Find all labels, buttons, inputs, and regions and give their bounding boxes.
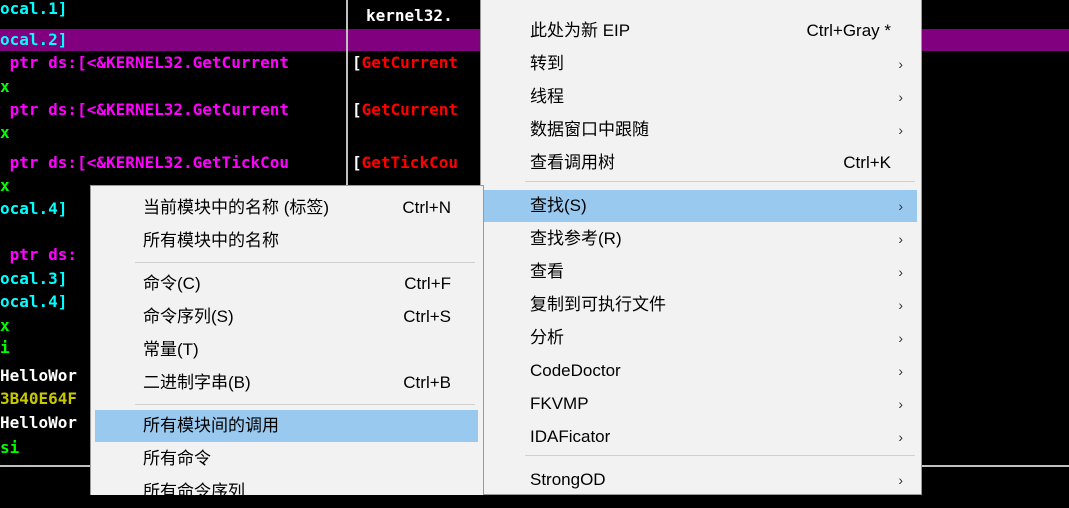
menu-item[interactable]: IDAFicator › bbox=[483, 421, 917, 453]
submenu-item-label: 命令序列(S) bbox=[143, 307, 234, 326]
code-line: x bbox=[0, 77, 10, 96]
menu-item[interactable]: 此处为新 EIP Ctrl+Gray * bbox=[483, 15, 917, 47]
comment-cell: [GetTickCou bbox=[352, 152, 458, 174]
submenu-item[interactable]: 所有模块中的名称 bbox=[95, 225, 478, 257]
menu-item-label: StrongOD bbox=[530, 470, 606, 489]
submenu-item[interactable]: 二进制字串(B) Ctrl+B bbox=[95, 367, 478, 399]
menu-item-label: IDAFicator bbox=[530, 427, 611, 446]
code-line: ocal.4] bbox=[0, 199, 68, 218]
submenu-item[interactable]: 所有模块间的调用 bbox=[95, 410, 478, 442]
chevron-right-icon: › bbox=[898, 396, 903, 412]
submenu-item-label: 当前模块中的名称 (标签) bbox=[143, 198, 330, 217]
menu-item[interactable]: 查看调用树 Ctrl+K bbox=[483, 147, 917, 179]
code-line: ocal.4] bbox=[0, 292, 68, 311]
chevron-right-icon: › bbox=[898, 330, 903, 346]
menu-item[interactable]: 查找参考(R) › bbox=[483, 223, 917, 255]
chevron-right-icon: › bbox=[898, 198, 903, 214]
menu-item-label: FKVMP bbox=[530, 394, 589, 413]
menu-item[interactable]: StrongOD › bbox=[483, 464, 917, 496]
submenu-item-label: 常量(T) bbox=[143, 340, 199, 359]
code-line: si bbox=[0, 438, 20, 457]
bracket-glyph: [ bbox=[352, 100, 362, 119]
code-line: x bbox=[0, 316, 10, 335]
comment-text: kernel32. bbox=[366, 6, 453, 25]
code-line: ptr ds:[<&KERNEL32.GetTickCou bbox=[0, 153, 289, 172]
comment-text: GetCurrent bbox=[361, 100, 458, 119]
submenu-item-label: 所有命令序列 bbox=[143, 482, 245, 501]
chevron-right-icon: › bbox=[898, 472, 903, 488]
code-line: ocal.3] bbox=[0, 269, 68, 288]
code-line: ocal.2] bbox=[0, 30, 68, 49]
menu-item-label: 查看调用树 bbox=[530, 153, 615, 172]
menu-item-label: 查找参考(R) bbox=[530, 229, 622, 248]
submenu-item[interactable]: 所有命令 bbox=[95, 443, 478, 475]
submenu-item[interactable]: 常量(T) bbox=[95, 334, 478, 366]
menu-item-label: 转到 bbox=[530, 54, 564, 73]
submenu-item-label: 所有模块间的调用 bbox=[143, 416, 279, 435]
code-line: ptr ds:[<&KERNEL32.GetCurrent bbox=[0, 53, 289, 72]
submenu-item-label: 所有命令 bbox=[143, 449, 211, 468]
code-line: x bbox=[0, 123, 10, 142]
chevron-right-icon: › bbox=[898, 231, 903, 247]
comment-cell: [GetCurrent bbox=[352, 99, 458, 121]
chevron-right-icon: › bbox=[898, 264, 903, 280]
menu-separator bbox=[525, 455, 915, 456]
code-line: x bbox=[0, 176, 10, 195]
bracket-glyph: [ bbox=[352, 153, 362, 172]
menu-item[interactable]: 转到 › bbox=[483, 48, 917, 80]
menu-item-label: 此处为新 EIP bbox=[530, 21, 631, 40]
submenu-item-shortcut: Ctrl+B bbox=[403, 373, 451, 392]
comment-cell: kernel32. bbox=[352, 5, 453, 27]
code-line: HelloWor bbox=[0, 413, 78, 432]
menu-item[interactable]: 分析 › bbox=[483, 322, 917, 354]
chevron-right-icon: › bbox=[898, 122, 903, 138]
menu-item[interactable]: FKVMP › bbox=[483, 388, 917, 420]
menu-item-shortcut: Ctrl+Gray * bbox=[806, 21, 891, 40]
code-line: 3B40E64F bbox=[0, 389, 78, 408]
context-menu-find-submenu: 当前模块中的名称 (标签) Ctrl+N 所有模块中的名称 命令(C) Ctrl+F 命令… bbox=[90, 185, 484, 501]
comment-text: GetCurrent bbox=[361, 53, 458, 72]
menu-item-label: 分析 bbox=[530, 328, 564, 347]
menu-item-label: 复制到可执行文件 bbox=[530, 295, 666, 314]
chevron-right-icon: › bbox=[898, 56, 903, 72]
menu-item-label: 查找(S) bbox=[530, 196, 587, 215]
menu-item-label: 线程 bbox=[530, 87, 564, 106]
menu-separator bbox=[525, 181, 915, 182]
comment-text: GetTickCou bbox=[361, 153, 458, 172]
menu-item[interactable]: 复制到可执行文件 › bbox=[483, 289, 917, 321]
menu-item[interactable]: 查找(S) › bbox=[483, 190, 917, 222]
submenu-item-shortcut: Ctrl+F bbox=[404, 274, 451, 293]
chevron-right-icon: › bbox=[898, 363, 903, 379]
submenu-item-shortcut: Ctrl+S bbox=[403, 307, 451, 326]
menu-item-label: 数据窗口中跟随 bbox=[530, 120, 649, 139]
menu-item[interactable]: 线程 › bbox=[483, 81, 917, 113]
code-line: ocal.1] bbox=[0, 0, 68, 18]
submenu-item-label: 所有模块中的名称 bbox=[143, 231, 279, 250]
submenu-item[interactable]: 命令(C) Ctrl+F bbox=[95, 268, 478, 300]
submenu-item[interactable]: 命令序列(S) Ctrl+S bbox=[95, 301, 478, 333]
code-line: ptr ds: bbox=[0, 245, 78, 264]
menu-item[interactable]: CodeDoctor › bbox=[483, 355, 917, 387]
menu-item-shortcut: Ctrl+K bbox=[843, 153, 891, 172]
menu-separator bbox=[135, 262, 475, 263]
bracket-glyph: [ bbox=[352, 53, 362, 72]
code-line: ptr ds:[<&KERNEL32.GetCurrent bbox=[0, 100, 289, 119]
comment-cell: [GetCurrent bbox=[352, 52, 458, 74]
menu-item-label: 查看 bbox=[530, 262, 564, 281]
context-menu-main: 此处为新 EIP Ctrl+Gray * 转到 › 线程 › 数据窗口中跟随 › 查看调用树 Ct… bbox=[480, 0, 922, 495]
menu-item[interactable]: 查看 › bbox=[483, 256, 917, 288]
submenu-item-label: 命令(C) bbox=[143, 274, 201, 293]
submenu-item-label: 二进制字串(B) bbox=[143, 373, 251, 392]
code-line: i bbox=[0, 338, 10, 357]
submenu-item[interactable]: 当前模块中的名称 (标签) Ctrl+N bbox=[95, 192, 478, 224]
menu-separator bbox=[135, 404, 475, 405]
code-line: HelloWor bbox=[0, 366, 78, 385]
submenu-item-shortcut: Ctrl+N bbox=[402, 198, 451, 217]
chevron-right-icon: › bbox=[898, 89, 903, 105]
chevron-right-icon: › bbox=[898, 297, 903, 313]
menu-item[interactable]: 数据窗口中跟随 › bbox=[483, 114, 917, 146]
chevron-right-icon: › bbox=[898, 429, 903, 445]
menu-item-label: CodeDoctor bbox=[530, 361, 621, 380]
submenu-item[interactable]: 所有命令序列 bbox=[95, 476, 478, 508]
